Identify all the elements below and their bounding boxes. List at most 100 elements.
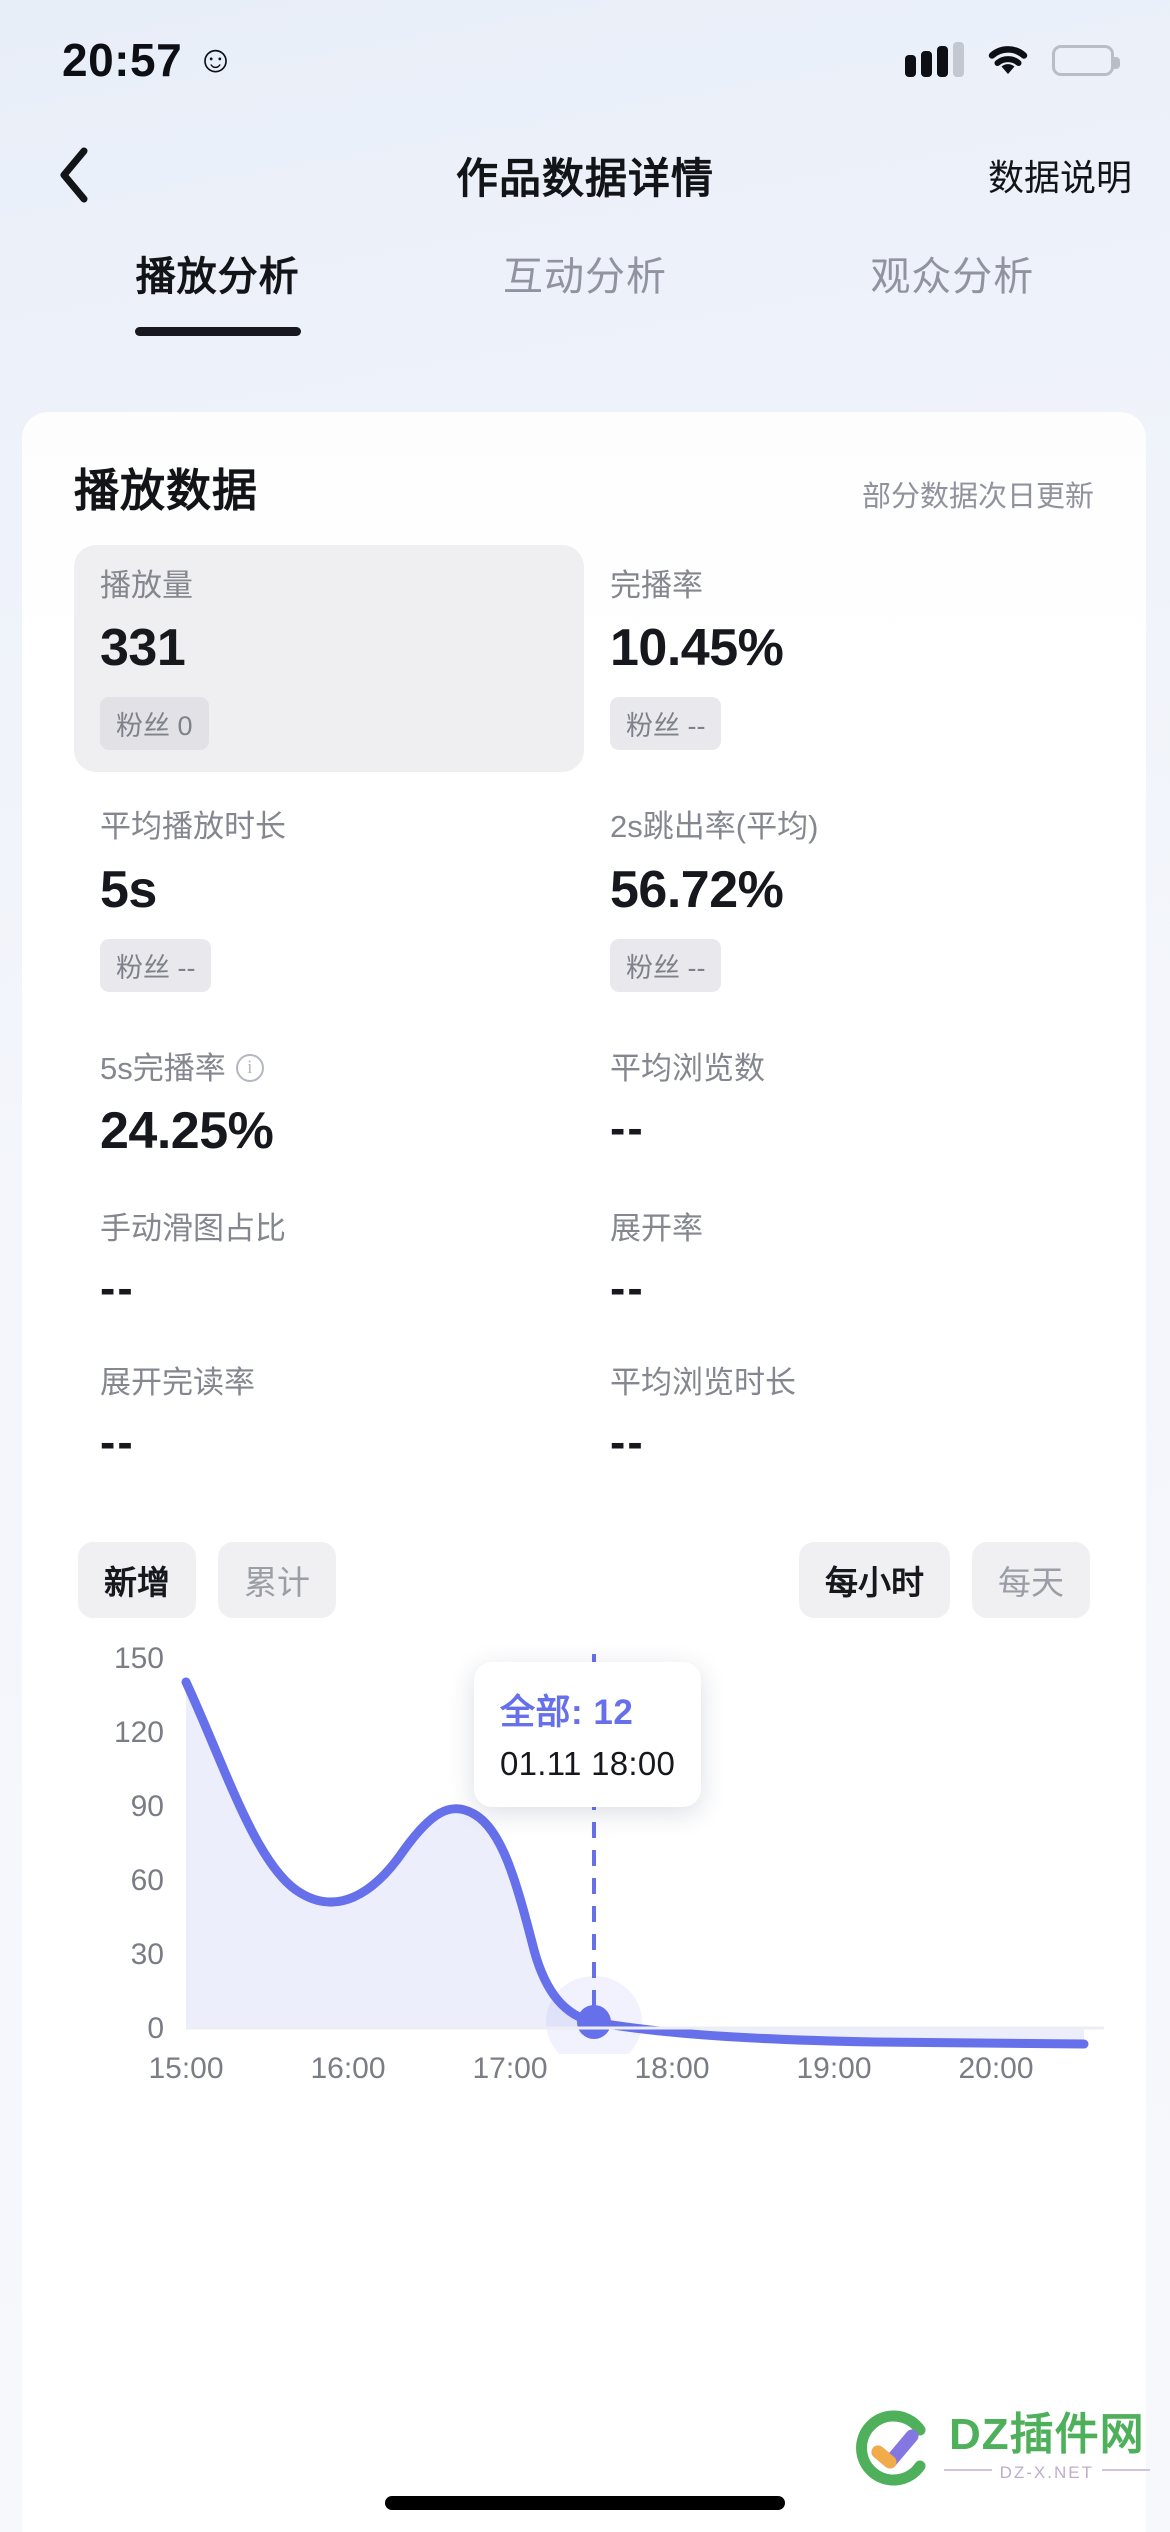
metric-label-text: 手动滑图占比: [100, 1211, 286, 1247]
metric-2s-bounce-rate[interactable]: 2s跳出率(平均) 56.72% 粉丝 --: [584, 786, 1094, 1013]
metric-value: --: [100, 1416, 135, 1469]
tab-label: 播放分析: [135, 255, 300, 299]
chart-toggle-bar: 新增 累计 每小时 每天: [74, 1541, 1094, 1618]
metric-value: 331: [100, 619, 186, 678]
metric-value: 5s: [100, 860, 157, 919]
watermark-rule-right: [1102, 2469, 1150, 2471]
battery-full-icon: [1052, 44, 1120, 76]
home-indicator[interactable]: [385, 2496, 785, 2510]
tooltip-timestamp: 01.11 18:00: [500, 1744, 676, 1782]
watermark-text: DZ插件网 DZ-X.NET: [943, 2410, 1150, 2483]
watermark-rule-left: [943, 2469, 992, 2471]
metric-avg-play-duration[interactable]: 平均播放时长 5s 粉丝 --: [74, 786, 584, 1013]
tab-label: 互动分析: [502, 255, 667, 299]
metric-completion-rate[interactable]: 完播率 10.45% 粉丝 --: [584, 545, 1094, 772]
metrics-row: 平均播放时长 5s 粉丝 -- 2s跳出率(平均) 56.72% 粉丝 --: [74, 786, 1094, 1013]
tab-label: 观众分析: [870, 255, 1035, 299]
tab-active-indicator: [869, 327, 1035, 336]
chevron-left-icon: [60, 147, 88, 203]
metric-fans-badge: 粉丝 --: [610, 697, 722, 751]
playback-trend-chart[interactable]: 150 120 90 60 30 0 15:00 16:00 17:00 18:…: [74, 1642, 1104, 2085]
info-icon[interactable]: i: [235, 1054, 264, 1083]
tab-active-indicator: [502, 327, 668, 336]
metric-label: 2s跳出率(平均): [610, 808, 1070, 845]
tab-interaction-analysis[interactable]: 互动分析: [401, 230, 768, 348]
metric-fans-badge: 粉丝 0: [100, 697, 209, 751]
data-description-link[interactable]: 数据说明: [988, 149, 1132, 201]
metric-label: 播放量: [100, 567, 560, 604]
metric-expand-read-rate[interactable]: 展开完读率 --: [74, 1342, 584, 1490]
metric-value: 24.25%: [100, 1101, 274, 1160]
tab-active-indicator: [134, 327, 301, 336]
section-header: 播放数据 部分数据次日更新: [74, 454, 1094, 519]
metrics-grid: 播放量 331 粉丝 0 完播率 10.45% 粉丝 -- 平均播放时长 5s …: [74, 545, 1094, 1490]
site-watermark: DZ插件网 DZ-X.NET: [850, 2406, 1150, 2490]
tab-audience-analysis[interactable]: 观众分析: [769, 230, 1136, 348]
back-button[interactable]: [44, 145, 104, 205]
metric-label-text: 展开率: [610, 1211, 703, 1247]
metric-label-text: 2s跳出率(平均): [610, 809, 819, 845]
content-panel: 播放数据 部分数据次日更新 播放量 331 粉丝 0 完播率 10.45% 粉丝…: [22, 412, 1146, 2532]
metric-label-text: 平均播放时长: [100, 809, 286, 845]
metric-avg-browse-duration[interactable]: 平均浏览时长 --: [584, 1342, 1094, 1490]
metric-value: --: [610, 1101, 645, 1154]
metric-label: 手动滑图占比: [100, 1210, 560, 1247]
metric-avg-browse-count[interactable]: 平均浏览数 --: [584, 1028, 1094, 1182]
signal-bars-icon: [905, 42, 964, 77]
metrics-row: 5s完播率 i 24.25% 平均浏览数 --: [74, 1028, 1094, 1182]
metric-label: 平均浏览时长: [610, 1364, 1070, 1401]
watermark-logo-icon: [855, 2410, 926, 2486]
metric-label-text: 5s完播率: [100, 1050, 226, 1086]
metric-label-text: 展开完读率: [100, 1364, 255, 1400]
metric-expand-rate[interactable]: 展开率 --: [584, 1188, 1094, 1336]
toggle-new[interactable]: 新增: [78, 1541, 196, 1618]
metric-value: --: [610, 1416, 645, 1469]
metric-label: 展开率: [610, 1210, 1070, 1247]
metric-label: 5s完播率 i: [100, 1050, 560, 1087]
metric-value: --: [610, 1262, 645, 1315]
toggle-cumulative[interactable]: 累计: [218, 1541, 336, 1618]
section-note: 部分数据次日更新: [861, 481, 1094, 513]
tooltip-series-value: 全部: 12: [500, 1692, 634, 1732]
chart-highlight-point: [577, 2004, 611, 2039]
metric-label: 平均播放时长: [100, 808, 560, 845]
section-title: 播放数据: [74, 465, 259, 516]
watermark-site-name: DZ插件网: [948, 2410, 1145, 2459]
metric-fans-badge: 粉丝 --: [610, 938, 722, 992]
status-bar: 20:57 ☺: [0, 0, 1170, 120]
watermark-domain-row: DZ-X.NET: [943, 2457, 1150, 2483]
metric-play-count[interactable]: 播放量 331 粉丝 0: [74, 545, 584, 773]
metric-fans-badge: 粉丝 --: [100, 938, 212, 992]
metrics-row: 手动滑图占比 -- 展开率 --: [74, 1188, 1094, 1336]
navigation-bar: 作品数据详情 数据说明: [0, 120, 1170, 230]
status-bar-left: 20:57 ☺: [62, 33, 235, 87]
wifi-icon: [986, 43, 1030, 77]
chart-tooltip: 全部: 12 01.11 18:00: [474, 1661, 702, 1807]
metric-label: 展开完读率: [100, 1364, 560, 1401]
watermark-domain: DZ-X.NET: [999, 2463, 1094, 2482]
smiley-face-icon: ☺: [196, 39, 235, 81]
metric-label-text: 播放量: [100, 568, 193, 603]
toggle-daily[interactable]: 每天: [972, 1541, 1090, 1618]
metric-label: 完播率: [610, 567, 1070, 604]
x-axis-tick: 17:00: [472, 2051, 548, 2085]
x-axis-tick: 18:00: [634, 2051, 710, 2085]
x-axis-tick: 15:00: [148, 2051, 224, 2085]
metrics-row: 播放量 331 粉丝 0 完播率 10.45% 粉丝 --: [74, 545, 1094, 773]
metric-value: --: [100, 1262, 135, 1315]
x-axis-tick: 19:00: [796, 2051, 872, 2085]
x-axis-tick: 16:00: [310, 2051, 386, 2085]
metric-label-text: 平均浏览数: [610, 1050, 765, 1086]
metric-manual-swipe-ratio[interactable]: 手动滑图占比 --: [74, 1188, 584, 1336]
metric-label-text: 完播率: [610, 568, 703, 603]
tab-bar: 播放分析 互动分析 观众分析: [0, 230, 1170, 348]
metric-value: 10.45%: [610, 619, 784, 678]
metric-5s-completion-rate[interactable]: 5s完播率 i 24.25%: [74, 1028, 584, 1182]
metric-value: 56.72%: [610, 860, 784, 919]
metric-label-text: 平均浏览时长: [610, 1364, 796, 1400]
tab-playback-analysis[interactable]: 播放分析: [34, 230, 401, 348]
toggle-hourly[interactable]: 每小时: [799, 1541, 950, 1618]
metric-label: 平均浏览数: [610, 1050, 1070, 1087]
metrics-row: 展开完读率 -- 平均浏览时长 --: [74, 1342, 1094, 1490]
status-time: 20:57: [62, 34, 183, 86]
